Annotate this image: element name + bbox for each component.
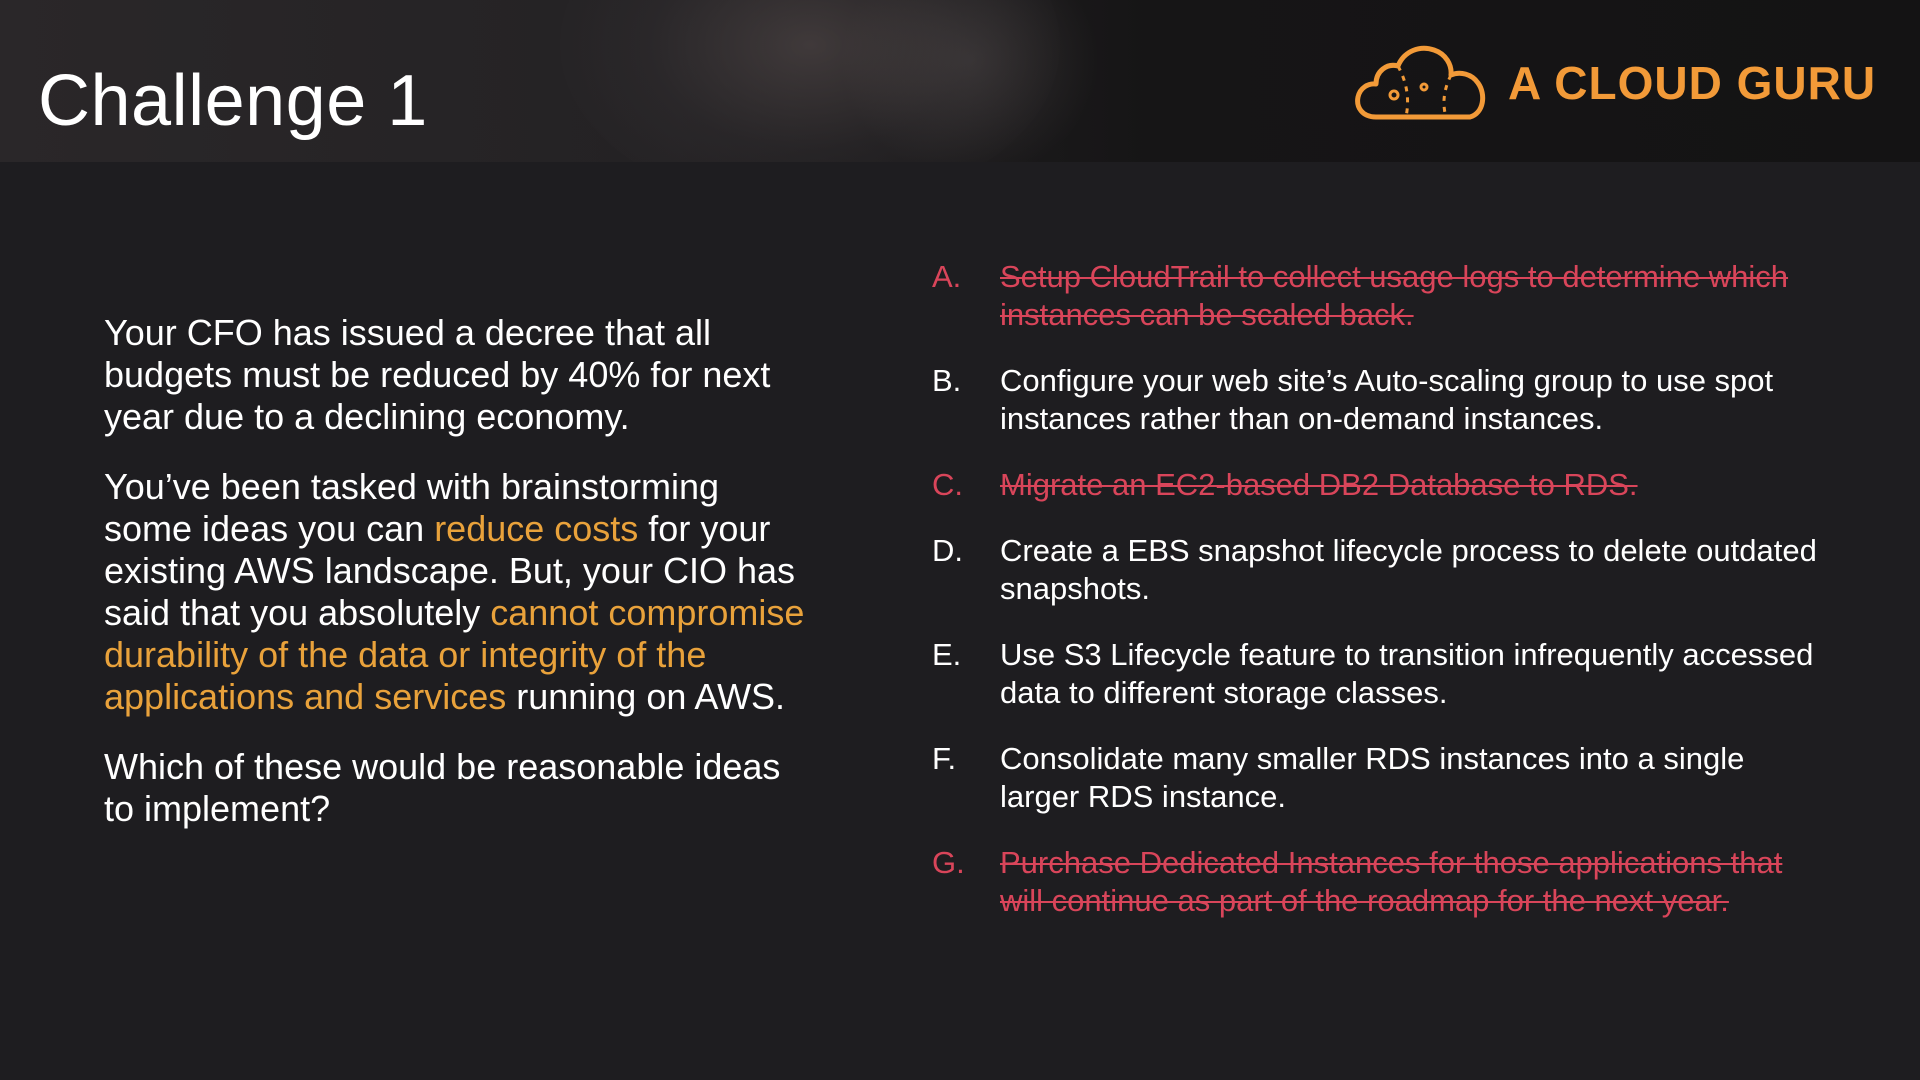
option-letter: F.	[932, 741, 957, 776]
option-text: Setup CloudTrail to collect usage logs t…	[1000, 259, 1789, 332]
option-letter: D.	[932, 533, 963, 568]
option-g: G. Purchase Dedicated Instances for thos…	[932, 844, 1832, 920]
option-text: Create a EBS snapshot lifecycle process …	[1000, 533, 1817, 606]
brand-name: A CLOUD GURU	[1508, 57, 1877, 109]
option-b: B. Configure your web site’s Auto-scalin…	[932, 362, 1832, 438]
answer-options: A. Setup CloudTrail to collect usage log…	[932, 258, 1832, 948]
option-letter: A.	[932, 259, 962, 294]
brand-logo: A CLOUD GURU	[1354, 38, 1876, 128]
option-text: Migrate an EC2-based DB2 Database to RDS…	[1000, 467, 1638, 502]
prompt-question: Which of these would be reasonable ideas…	[104, 746, 781, 829]
header-background-highlight	[840, 0, 1100, 162]
highlight-reduce-costs: reduce costs	[434, 508, 639, 549]
prompt-text: running on AWS.	[506, 676, 786, 717]
option-f: F. Consolidate many smaller RDS instance…	[932, 740, 1832, 816]
option-e: E. Use S3 Lifecycle feature to transitio…	[932, 636, 1832, 712]
option-d: D. Create a EBS snapshot lifecycle proce…	[932, 532, 1832, 608]
prompt-paragraph-2: You’ve been tasked with brainstorming so…	[104, 466, 814, 718]
slide: Challenge 1 A CLOUD GURU Your CFO has is…	[0, 0, 1920, 1080]
option-letter: B.	[932, 363, 962, 398]
option-letter: E.	[932, 637, 962, 672]
option-text: Consolidate many smaller RDS instances i…	[1000, 741, 1745, 814]
option-text: Use S3 Lifecycle feature to transition i…	[1000, 637, 1814, 710]
option-letter: C.	[932, 467, 963, 502]
option-c: C. Migrate an EC2-based DB2 Database to …	[932, 466, 1832, 504]
prompt-paragraph-1: Your CFO has issued a decree that all bu…	[104, 312, 771, 437]
challenge-prompt: Your CFO has issued a decree that all bu…	[104, 312, 814, 858]
option-a: A. Setup CloudTrail to collect usage log…	[932, 258, 1832, 334]
cloud-logo-icon	[1355, 45, 1486, 120]
option-text: Purchase Dedicated Instances for those a…	[1000, 845, 1783, 918]
option-text: Configure your web site’s Auto-scaling g…	[1000, 363, 1774, 436]
option-letter: G.	[932, 845, 965, 880]
slide-title: Challenge 1	[38, 61, 428, 141]
